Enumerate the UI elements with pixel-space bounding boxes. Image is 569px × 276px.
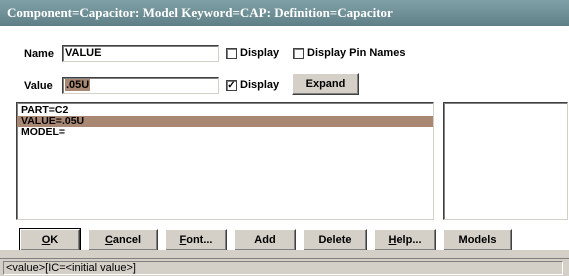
- status-bar: <value>[IC=<initial value>]: [0, 258, 569, 276]
- models-button[interactable]: Models: [443, 229, 512, 251]
- value-field[interactable]: .05U: [62, 77, 219, 94]
- list-item[interactable]: MODEL=: [17, 127, 433, 138]
- delete-button[interactable]: Delete: [303, 229, 367, 251]
- display-pin-names-checkbox[interactable]: [293, 48, 304, 59]
- expand-button[interactable]: Expand: [292, 73, 359, 95]
- cancel-button[interactable]: Cancel: [88, 229, 158, 251]
- side-panel: [443, 102, 568, 220]
- help-button[interactable]: Help...: [374, 229, 436, 251]
- delete-button-label: Delete: [318, 234, 352, 246]
- add-button[interactable]: Add: [234, 229, 296, 251]
- value-field-value: .05U: [65, 79, 91, 91]
- cancel-button-label: Cancel: [104, 234, 142, 246]
- button-bar-bottom: [0, 250, 569, 258]
- ok-button-label: OK: [41, 234, 59, 246]
- attributes-list[interactable]: PART=C2 VALUE=.05U MODEL=: [16, 102, 434, 220]
- help-button-label: Help...: [388, 234, 422, 246]
- value-display-checkbox[interactable]: ✓: [226, 80, 237, 91]
- name-field[interactable]: VALUE: [62, 45, 219, 62]
- window-title: Component=Capacitor: Model Keyword=CAP: …: [0, 0, 569, 26]
- name-label: Name: [24, 48, 54, 60]
- models-button-label: Models: [458, 234, 497, 246]
- checkmark-icon: ✓: [227, 80, 236, 91]
- status-text: <value>[IC=<initial value>]: [3, 261, 563, 275]
- name-display-checkbox[interactable]: [226, 48, 237, 59]
- ok-button[interactable]: OK: [19, 228, 81, 252]
- list-item-selected[interactable]: VALUE=.05U: [17, 116, 433, 127]
- display-pin-names-label: Display Pin Names: [307, 47, 406, 59]
- add-button-label: Add: [254, 234, 276, 246]
- name-display-label: Display: [240, 47, 280, 59]
- value-display-label: Display: [240, 79, 280, 91]
- value-label: Value: [24, 80, 53, 92]
- font-button-label: Font...: [179, 234, 213, 246]
- name-field-value: VALUE: [65, 47, 102, 59]
- font-button[interactable]: Font...: [165, 229, 227, 251]
- component-dialog: Component=Capacitor: Model Keyword=CAP: …: [0, 0, 569, 276]
